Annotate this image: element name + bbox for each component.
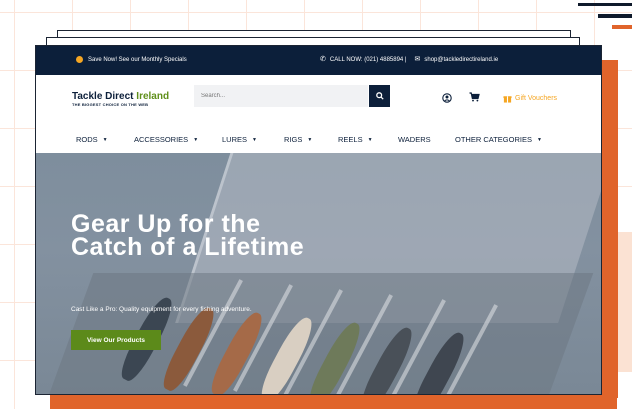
nav-label: RIGS bbox=[284, 135, 303, 144]
gift-vouchers-link[interactable]: Gift Vouchers bbox=[503, 94, 557, 103]
contact-info: ✆ CALL NOW: (021) 4885894 | ✉ shop@tackl… bbox=[320, 56, 498, 63]
caret-down-icon: ▼ bbox=[102, 136, 108, 143]
nav-label: LURES bbox=[222, 135, 248, 144]
site-logo[interactable]: Tackle Direct Ireland THE BIGGEST CHOICE… bbox=[72, 91, 169, 107]
caret-down-icon: ▼ bbox=[367, 136, 373, 143]
nav-label: ACCESSORIES bbox=[134, 135, 189, 144]
hero-title: Gear Up for the Catch of a Lifetime bbox=[71, 210, 305, 261]
search-input[interactable] bbox=[194, 85, 368, 107]
mail-icon: ✉ bbox=[414, 56, 421, 63]
nav-label: WADERS bbox=[398, 135, 431, 144]
main-nav: RODS ▼ ACCESSORIES ▼ LURES ▼ RIGS ▼ REELS ▼ W… bbox=[36, 127, 601, 153]
email-link[interactable]: shop@tackledirectireland.ie bbox=[424, 57, 498, 63]
caret-down-icon: ▼ bbox=[193, 136, 199, 143]
user-icon bbox=[442, 93, 452, 103]
nav-label: REELS bbox=[338, 135, 363, 144]
caret-down-icon: ▼ bbox=[536, 136, 542, 143]
caret-down-icon: ▼ bbox=[307, 136, 313, 143]
logo-wordmark: Tackle Direct Ireland bbox=[72, 91, 169, 102]
nav-item-reels[interactable]: REELS ▼ bbox=[338, 135, 373, 144]
cart-button[interactable] bbox=[469, 92, 480, 105]
decor-orange-bar-bottom bbox=[50, 393, 617, 409]
phone-icon: ✆ bbox=[320, 56, 326, 63]
promo-text: Save Now! See our Monthly Specials bbox=[88, 56, 187, 63]
nav-item-rigs[interactable]: RIGS ▼ bbox=[284, 135, 312, 144]
nav-item-accessories[interactable]: ACCESSORIES ▼ bbox=[134, 135, 198, 144]
account-button[interactable] bbox=[442, 93, 452, 103]
promo-dot-icon bbox=[76, 56, 83, 63]
browser-window: Save Now! See our Monthly Specials ✆ CAL… bbox=[35, 45, 602, 395]
caret-down-icon: ▼ bbox=[252, 136, 257, 143]
nav-item-lures[interactable]: LURES ▼ bbox=[222, 135, 257, 144]
gift-icon bbox=[503, 96, 512, 103]
promo-link[interactable]: Save Now! See our Monthly Specials bbox=[76, 56, 187, 63]
nav-label: RODS bbox=[76, 135, 98, 144]
nav-label: OTHER CATEGORIES bbox=[455, 135, 532, 144]
view-products-button[interactable]: View Our Products bbox=[71, 330, 161, 350]
logo-tagline: THE BIGGEST CHOICE ON THE WEB bbox=[72, 102, 149, 107]
decor-line bbox=[598, 14, 632, 18]
gift-vouchers-label: Gift Vouchers bbox=[515, 95, 558, 102]
nav-item-other-categories[interactable]: OTHER CATEGORIES ▼ bbox=[455, 135, 542, 144]
search-button[interactable] bbox=[369, 85, 390, 107]
logo-text-accent: Ireland bbox=[136, 91, 170, 102]
nav-item-rods[interactable]: RODS ▼ bbox=[76, 135, 108, 144]
decor-line-orange bbox=[612, 25, 632, 29]
phone-link[interactable]: CALL NOW: (021) 4885894 | bbox=[330, 57, 407, 63]
logo-text-primary: Tackle Direct bbox=[72, 91, 137, 102]
hero-banner: Gear Up for the Catch of a Lifetime Cast… bbox=[36, 153, 601, 394]
hero-subtitle: Cast Like a Pro: Quality equipment for e… bbox=[71, 306, 252, 313]
top-bar: Save Now! See our Monthly Specials ✆ CAL… bbox=[36, 46, 601, 75]
cart-icon bbox=[469, 92, 480, 102]
search-icon bbox=[375, 92, 384, 100]
decor-line bbox=[578, 3, 632, 6]
nav-item-waders[interactable]: WADERS bbox=[398, 135, 431, 144]
